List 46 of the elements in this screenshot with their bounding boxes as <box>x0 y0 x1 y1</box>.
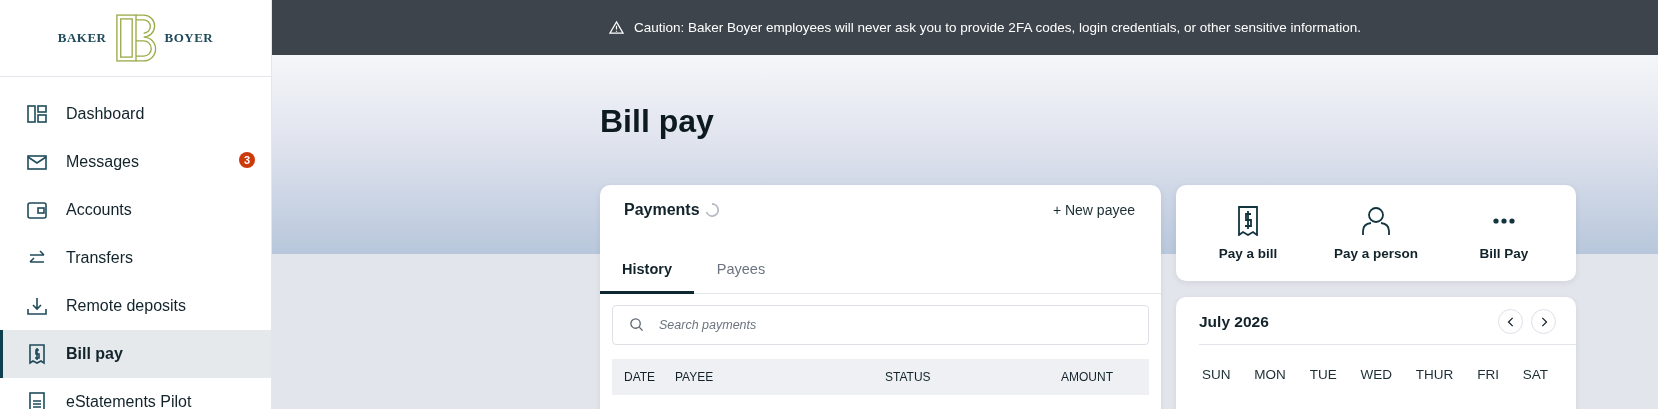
new-payee-link[interactable]: + New payee <box>1052 202 1135 218</box>
wallet-icon <box>26 199 48 221</box>
column-header: PAYEE <box>675 370 715 384</box>
payments-title: Payments <box>624 201 700 219</box>
logo-wordmark: BAKER <box>57 30 107 46</box>
weekday-label: TUE <box>1309 367 1337 382</box>
weekday-label: SAT <box>1522 367 1548 382</box>
logo-wordmark: BOYER <box>164 30 214 46</box>
weekday-label: WED <box>1360 367 1392 382</box>
dashboard-icon <box>26 103 48 125</box>
search-icon <box>629 317 644 332</box>
sidebar-item[interactable]: Remote deposits <box>0 282 271 330</box>
next-month-button[interactable] <box>1531 309 1556 334</box>
weekday-label: FRI <box>1477 367 1499 382</box>
unread-count-badge: 3 <box>239 152 255 168</box>
deposit-icon <box>26 295 48 317</box>
quick-action[interactable]: Pay a bill <box>1188 205 1308 261</box>
sidebar-item[interactable]: Messages 3 <box>0 138 271 186</box>
sidebar-item[interactable]: eStatements Pilot <box>0 378 271 409</box>
chevron-left-icon <box>1505 316 1516 327</box>
statement-icon <box>26 391 48 409</box>
tab[interactable]: History <box>600 251 694 294</box>
search-field[interactable]: Search payments <box>612 305 1149 345</box>
column-header: AMOUNT <box>1061 370 1114 384</box>
weekday-label: THUR <box>1415 367 1454 382</box>
previous-month-button[interactable] <box>1498 309 1523 334</box>
calendar-month: July 2026 <box>1199 312 1269 331</box>
tab[interactable]: Payees <box>694 251 788 294</box>
sidebar-item[interactable]: Accounts <box>0 186 271 234</box>
more-dots-icon <box>1493 217 1515 224</box>
sidebar-item[interactable]: Transfers <box>0 234 271 282</box>
sidebar-item[interactable]: Bill pay <box>0 330 271 378</box>
logo-monogram-icon <box>114 12 157 64</box>
quick-action[interactable]: Bill Pay <box>1444 205 1564 261</box>
warning-icon <box>608 20 624 35</box>
column-header: STATUS <box>885 370 932 384</box>
bill-icon <box>26 343 48 365</box>
weekday-label: SUN <box>1202 367 1231 382</box>
page-title: Bill pay <box>600 102 715 141</box>
caution-text: Caution: Baker Boyer employees will never ask you to provide 2FA codes, login credentials, or other sensitive information. <box>633 20 1362 35</box>
weekday-label: MON <box>1254 367 1286 382</box>
bill-icon <box>1237 205 1259 236</box>
sidebar-item[interactable]: Dashboard <box>0 90 271 138</box>
column-header: DATE <box>624 370 657 384</box>
quick-action[interactable]: Pay a person <box>1316 205 1436 261</box>
person-icon <box>1361 205 1391 236</box>
